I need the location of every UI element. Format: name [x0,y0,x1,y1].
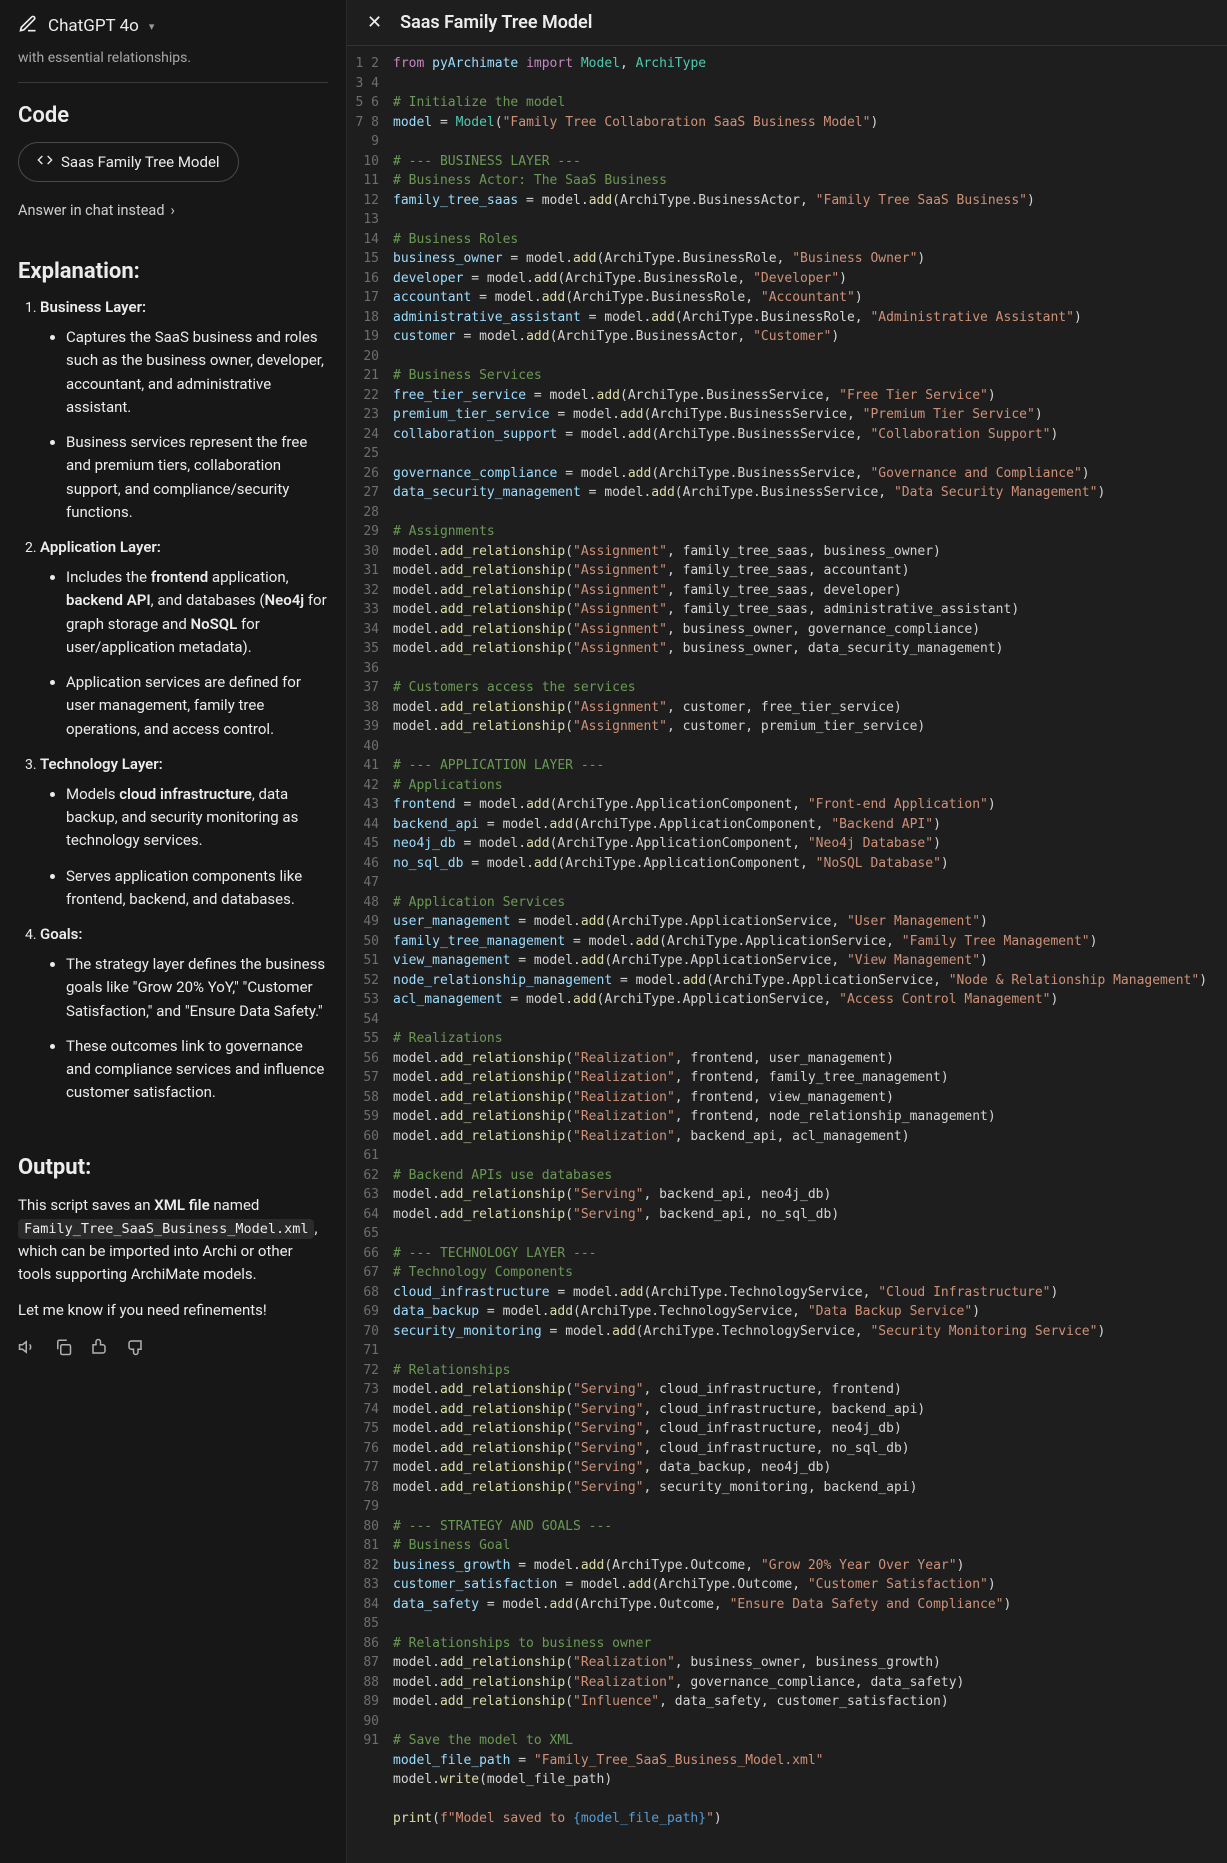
bullet-item: These outcomes link to governance and co… [66,1035,328,1105]
section-title: Goals: [40,925,328,943]
explanation-list: Business Layer: Captures the SaaS busines… [18,298,328,1105]
section-title: Application Layer: [40,538,328,556]
section-bullets: Includes the frontend application, backe… [40,566,328,741]
filename-code: Family_Tree_SaaS_Business_Model.xml [18,1219,314,1239]
bullet-item: Models cloud infrastructure, data backup… [66,783,328,853]
code-panel-title: Saas Family Tree Model [400,12,592,33]
code-panel-header: ✕ Saas Family Tree Model [347,0,1227,46]
bullet-item: Application services are defined for use… [66,671,328,741]
code-area[interactable]: 1 2 3 4 5 6 7 8 9 10 11 12 13 14 15 16 1… [347,46,1227,1863]
explanation-heading: Explanation: [18,259,328,284]
compose-icon[interactable] [18,14,38,38]
output-heading: Output: [18,1155,328,1180]
code-brackets-icon [37,152,53,172]
code-content[interactable]: from pyArchimate import Model, ArchiType… [393,54,1207,1863]
code-heading: Code [18,103,328,128]
code-chip[interactable]: Saas Family Tree Model [18,142,239,182]
bullet-item: Includes the frontend application, backe… [66,566,328,659]
section-title: Technology Layer: [40,755,328,773]
chevron-right-icon: › [171,202,175,219]
line-number-gutter: 1 2 3 4 5 6 7 8 9 10 11 12 13 14 15 16 1… [347,54,393,1863]
thumbs-up-icon[interactable] [90,1338,108,1360]
feedback-row [18,1338,328,1360]
section-title: Business Layer: [40,298,328,316]
truncated-text: with essential relationships. [18,50,328,66]
model-selector[interactable]: ChatGPT 4o [48,16,139,36]
answer-instead-link[interactable]: Answer in chat instead › [18,202,328,219]
bullet-item: Captures the SaaS business and roles suc… [66,326,328,419]
sidebar: ChatGPT 4o ▾ with essential relationship… [0,0,347,1863]
speaker-icon[interactable] [18,1338,36,1360]
thumbs-down-icon[interactable] [126,1338,144,1360]
close-icon[interactable]: ✕ [367,12,382,33]
code-panel: ✕ Saas Family Tree Model 1 2 3 4 5 6 7 8… [347,0,1227,1863]
topbar: ChatGPT 4o ▾ [18,10,328,48]
section-bullets: The strategy layer defines the business … [40,953,328,1105]
divider [18,82,328,83]
section-bullets: Captures the SaaS business and roles suc… [40,326,328,524]
explanation-section: Technology Layer: Models cloud infrastruc… [40,755,328,911]
bullet-item: Serves application components like front… [66,865,328,912]
explanation-section: Application Layer: Includes the frontend … [40,538,328,741]
output-text-2: Let me know if you need refinements! [18,1299,328,1322]
bullet-item: Business services represent the free and… [66,431,328,524]
chip-label: Saas Family Tree Model [61,153,220,171]
chevron-down-icon[interactable]: ▾ [149,20,155,33]
explanation-section: Business Layer: Captures the SaaS busines… [40,298,328,524]
explanation-section: Goals: The strategy layer defines the bus… [40,925,328,1105]
output-text-1: This script saves an XML file named Fami… [18,1194,328,1287]
bullet-item: The strategy layer defines the business … [66,953,328,1023]
section-bullets: Models cloud infrastructure, data backup… [40,783,328,911]
copy-icon[interactable] [54,1338,72,1360]
